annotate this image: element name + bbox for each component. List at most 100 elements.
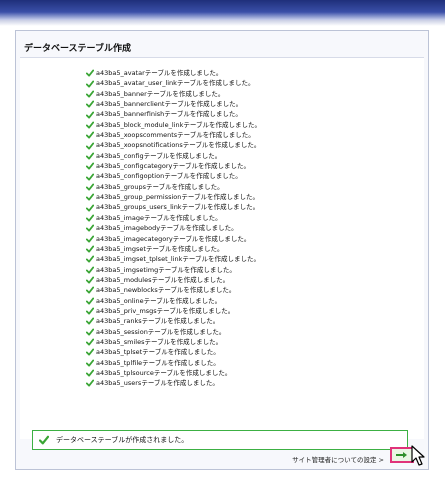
list-item: a43ba5_imagecategoryテーブルを作成しました。: [86, 234, 261, 244]
list-item: a43ba5_tplsourceテーブルを作成しました。: [86, 368, 261, 378]
check-icon: [86, 317, 94, 325]
check-icon: [86, 224, 94, 232]
list-item: a43ba5_bannerfinishテーブルを作成しました。: [86, 109, 261, 119]
list-item-text: a43ba5_bannerテーブルを作成しました。: [96, 89, 225, 98]
list-item: a43ba5_bannerclientテーブルを作成しました。: [86, 99, 261, 109]
list-item: a43ba5_priv_msgsテーブルを作成しました。: [86, 306, 261, 316]
list-item-text: a43ba5_modulesテーブルを作成しました。: [96, 275, 230, 284]
install-panel: データベーステーブル作成 a43ba5_avatarテーブルを作成しました。 a4…: [15, 30, 429, 470]
check-icon: [86, 359, 94, 367]
list-item-text: a43ba5_newblocksテーブルを作成しました。: [96, 286, 236, 295]
list-item: a43ba5_configテーブルを作成しました。: [86, 151, 261, 161]
list-item-text: a43ba5_smilesテーブルを作成しました。: [96, 337, 223, 346]
list-item-text: a43ba5_usersテーブルを作成しました。: [96, 379, 219, 388]
check-icon: [86, 255, 94, 263]
list-item-text: a43ba5_configoptionテーブルを作成しました。: [96, 172, 242, 181]
list-item: a43ba5_xoopsnotificationsテーブルを作成しました。: [86, 140, 261, 150]
list-item-text: a43ba5_xoopscommentsテーブルを作成しました。: [96, 131, 255, 140]
list-item-text: a43ba5_bannerclientテーブルを作成しました。: [96, 100, 243, 109]
header-shadow: [0, 20, 445, 26]
check-icon: [86, 173, 94, 181]
list-item-text: a43ba5_imagebodyテーブルを作成しました。: [96, 224, 238, 233]
check-icon: [86, 90, 94, 98]
header-bar: [0, 0, 445, 20]
check-icon: [86, 380, 94, 388]
list-item: a43ba5_imageテーブルを作成しました。: [86, 213, 261, 223]
list-item-text: a43ba5_priv_msgsテーブルを作成しました。: [96, 306, 235, 315]
check-icon: [86, 276, 94, 284]
table-creation-list: a43ba5_avatarテーブルを作成しました。 a43ba5_avatar_u…: [86, 68, 261, 389]
next-step-label: サイト管理者についての設定 >: [292, 456, 384, 464]
list-item-text: a43ba5_tplsourceテーブルを作成しました。: [96, 368, 232, 377]
check-icon: [86, 152, 94, 160]
list-item-text: a43ba5_bannerfinishテーブルを作成しました。: [96, 110, 242, 119]
check-icon: [86, 142, 94, 150]
check-icon: [86, 204, 94, 212]
list-item: a43ba5_groupsテーブルを作成しました。: [86, 182, 261, 192]
check-icon: [86, 80, 94, 88]
list-item-text: a43ba5_xoopsnotificationsテーブルを作成しました。: [96, 141, 261, 150]
list-item-text: a43ba5_avatar_user_linkテーブルを作成しました。: [96, 79, 255, 88]
list-item: a43ba5_xoopscommentsテーブルを作成しました。: [86, 130, 261, 140]
list-item: a43ba5_imgset_tplset_linkテーブルを作成しました。: [86, 254, 261, 264]
list-item-text: a43ba5_ranksテーブルを作成しました。: [96, 317, 220, 326]
content-area: a43ba5_avatarテーブルを作成しました。 a43ba5_avatar_u…: [20, 57, 424, 450]
check-icon: [86, 214, 94, 222]
check-icon: [86, 183, 94, 191]
list-item-text: a43ba5_configcategoryテーブルを作成しました。: [96, 162, 250, 171]
list-item-text: a43ba5_imageテーブルを作成しました。: [96, 213, 222, 222]
check-icon: [86, 131, 94, 139]
list-item: a43ba5_tplsetテーブルを作成しました。: [86, 347, 261, 357]
check-icon: [86, 193, 94, 201]
list-item-text: a43ba5_block_module_linkテーブルを作成しました。: [96, 120, 261, 129]
list-item-text: a43ba5_groupsテーブルを作成しました。: [96, 182, 224, 191]
list-item-text: a43ba5_imagecategoryテーブルを作成しました。: [96, 234, 251, 243]
list-item: a43ba5_avatarテーブルを作成しました。: [86, 68, 261, 78]
check-icon: [86, 297, 94, 305]
check-icon: [86, 307, 94, 315]
list-item: a43ba5_avatar_user_linkテーブルを作成しました。: [86, 78, 261, 88]
list-item: a43ba5_configoptionテーブルを作成しました。: [86, 171, 261, 181]
list-item: a43ba5_block_module_linkテーブルを作成しました。: [86, 120, 261, 130]
list-item: a43ba5_imagebodyテーブルを作成しました。: [86, 223, 261, 233]
list-item-text: a43ba5_imgsetテーブルを作成しました。: [96, 244, 224, 253]
arrow-right-icon: [396, 452, 407, 458]
list-item-text: a43ba5_configテーブルを作成しました。: [96, 151, 222, 160]
page-title: データベーステーブル作成: [24, 44, 132, 54]
mouse-pointer-icon: [411, 445, 425, 466]
list-item: a43ba5_tplfileテーブルを作成しました。: [86, 358, 261, 368]
check-icon: [86, 235, 94, 243]
check-icon: [86, 328, 94, 336]
list-item: a43ba5_group_permissionテーブルを作成しました。: [86, 192, 261, 202]
list-item: a43ba5_ranksテーブルを作成しました。: [86, 316, 261, 326]
check-icon: [86, 338, 94, 346]
check-icon: [86, 100, 94, 108]
list-item-text: a43ba5_groups_users_linkテーブルを作成しました。: [96, 203, 260, 212]
check-icon: [86, 369, 94, 377]
list-item: a43ba5_imgsetimgテーブルを作成しました。: [86, 265, 261, 275]
list-item: a43ba5_imgsetテーブルを作成しました。: [86, 244, 261, 254]
check-icon: [86, 69, 94, 77]
list-item: a43ba5_configcategoryテーブルを作成しました。: [86, 161, 261, 171]
list-item-text: a43ba5_avatarテーブルを作成しました。: [96, 69, 223, 77]
check-icon: [86, 121, 94, 129]
list-item: a43ba5_bannerテーブルを作成しました。: [86, 89, 261, 99]
list-item-text: a43ba5_imgsetimgテーブルを作成しました。: [96, 265, 236, 274]
list-item: a43ba5_groups_users_linkテーブルを作成しました。: [86, 202, 261, 212]
list-item: a43ba5_onlineテーブルを作成しました。: [86, 296, 261, 306]
list-item-text: a43ba5_tplsetテーブルを作成しました。: [96, 348, 220, 357]
check-icon: [86, 162, 94, 170]
list-item-text: a43ba5_onlineテーブルを作成しました。: [96, 296, 222, 305]
list-item: a43ba5_newblocksテーブルを作成しました。: [86, 285, 261, 295]
check-icon: [86, 111, 94, 119]
footer-nav: サイト管理者についての設定 >: [20, 440, 424, 468]
list-item: a43ba5_sessionテーブルを作成しました。: [86, 327, 261, 337]
list-item-text: a43ba5_tplfileテーブルを作成しました。: [96, 358, 220, 367]
check-icon: [86, 245, 94, 253]
list-item-text: a43ba5_imgset_tplset_linkテーブルを作成しました。: [96, 255, 260, 264]
list-item: a43ba5_modulesテーブルを作成しました。: [86, 275, 261, 285]
list-item: a43ba5_usersテーブルを作成しました。: [86, 378, 261, 388]
check-icon: [86, 266, 94, 274]
list-item-text: a43ba5_group_permissionテーブルを作成しました。: [96, 193, 259, 202]
list-item-text: a43ba5_sessionテーブルを作成しました。: [96, 327, 226, 336]
